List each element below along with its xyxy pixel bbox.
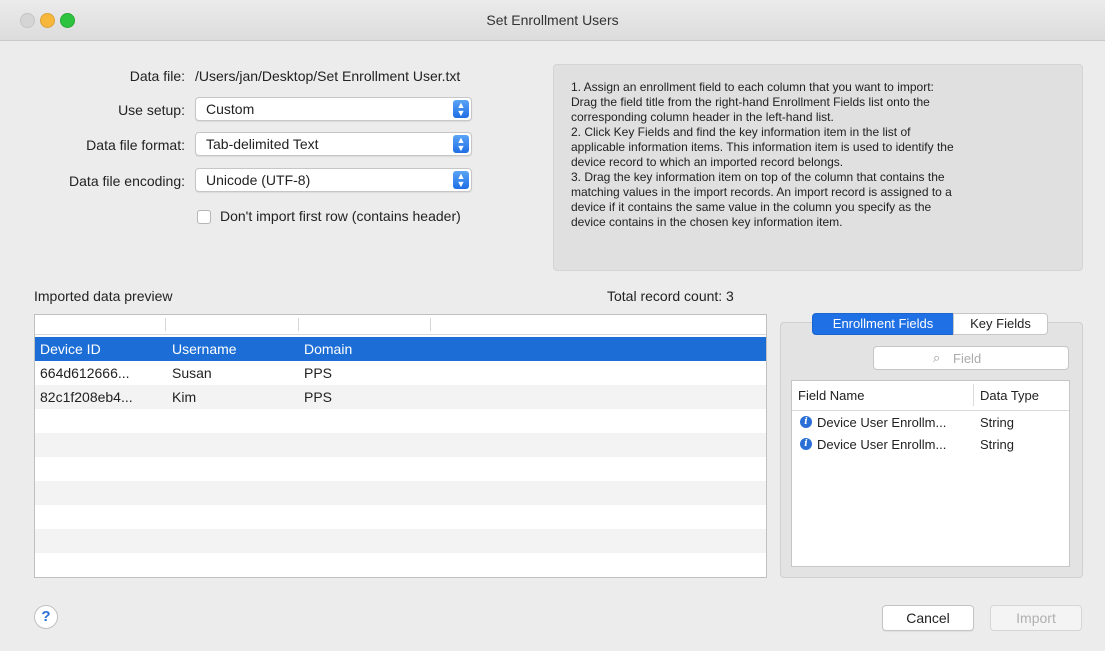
- empty-row: [35, 457, 766, 481]
- use-setup-label: Use setup:: [118, 102, 185, 118]
- column-divider[interactable]: [165, 318, 166, 331]
- cell-domain: PPS: [304, 389, 333, 405]
- empty-row: [35, 409, 766, 433]
- data-file-encoding-value: Unicode (UTF-8): [206, 172, 311, 188]
- data-file-format-label: Data file format:: [86, 137, 185, 153]
- info-icon: i: [800, 438, 812, 450]
- search-placeholder: Field: [953, 351, 982, 366]
- import-button[interactable]: Import: [990, 605, 1082, 631]
- instruction-line: applicable information items. This infor…: [571, 140, 954, 154]
- skip-first-row-label: Don't import first row (contains header): [220, 208, 461, 224]
- use-setup-select[interactable]: Custom ▲ ▼: [195, 97, 472, 121]
- list-item[interactable]: i Device User Enrollm... String: [792, 434, 1069, 456]
- skip-first-row-checkbox[interactable]: [197, 210, 211, 224]
- empty-row: [35, 433, 766, 457]
- fields-table[interactable]: Field Name Data Type i Device User Enrol…: [791, 380, 1070, 567]
- data-file-encoding-label: Data file encoding:: [69, 173, 185, 189]
- fields-table-header[interactable]: Field Name Data Type: [792, 381, 1069, 411]
- window-title: Set Enrollment Users: [486, 12, 619, 28]
- data-file-encoding-select[interactable]: Unicode (UTF-8) ▲ ▼: [195, 168, 472, 192]
- cell-device-id: Device ID: [40, 341, 101, 357]
- instruction-line: corresponding column header in the left-…: [571, 110, 834, 124]
- table-row[interactable]: 82c1f208eb4... Kim PPS: [35, 385, 766, 409]
- search-icon: ⌕: [933, 350, 941, 365]
- field-type: String: [980, 415, 1014, 430]
- column-divider[interactable]: [298, 318, 299, 331]
- column-divider[interactable]: [430, 318, 431, 331]
- list-item[interactable]: i Device User Enrollm... String: [792, 412, 1069, 434]
- instructions-box: 1. Assign an enrollment field to each co…: [553, 64, 1083, 271]
- empty-row: [35, 553, 766, 577]
- instruction-line: 1. Assign an enrollment field to each co…: [571, 80, 934, 94]
- tab-key-fields[interactable]: Key Fields: [953, 313, 1048, 335]
- field-name: Device User Enrollm...: [817, 415, 947, 430]
- preview-title: Imported data preview: [34, 288, 173, 304]
- cell-username: Kim: [172, 389, 197, 405]
- help-button[interactable]: ?: [34, 605, 58, 629]
- data-file-path: /Users/jan/Desktop/Set Enrollment User.t…: [195, 68, 461, 84]
- cell-username: Username: [172, 341, 237, 357]
- column-header-data-type[interactable]: Data Type: [980, 388, 1039, 403]
- imported-data-preview-table[interactable]: Device ID Username Domain 664d612666... …: [34, 314, 767, 578]
- cell-device-id: 664d612666...: [40, 365, 130, 381]
- instruction-line: 2. Click Key Fields and find the key inf…: [571, 125, 911, 139]
- field-search-input[interactable]: ⌕ Field: [873, 346, 1069, 370]
- chevron-updown-icon: ▲ ▼: [453, 171, 469, 189]
- chevron-updown-icon: ▲ ▼: [453, 100, 469, 118]
- preview-column-header-bar[interactable]: [35, 315, 766, 335]
- cell-device-id: 82c1f208eb4...: [40, 389, 133, 405]
- table-row[interactable]: 664d612666... Susan PPS: [35, 361, 766, 385]
- empty-row: [35, 481, 766, 505]
- instruction-line: device contains in the chosen key inform…: [571, 215, 843, 229]
- empty-row: [35, 505, 766, 529]
- chevron-updown-icon: ▲ ▼: [453, 135, 469, 153]
- use-setup-value: Custom: [206, 101, 255, 117]
- tab-enrollment-fields[interactable]: Enrollment Fields: [812, 313, 954, 335]
- instruction-line: 3. Drag the key information item on top …: [571, 170, 945, 184]
- cell-username: Susan: [172, 365, 212, 381]
- cancel-button[interactable]: Cancel: [882, 605, 974, 631]
- cell-domain: PPS: [304, 365, 333, 381]
- table-row[interactable]: Device ID Username Domain: [35, 337, 766, 361]
- field-name: Device User Enrollm...: [817, 437, 947, 452]
- info-icon: i: [800, 416, 812, 428]
- cell-domain: Domain: [304, 341, 353, 357]
- data-file-format-value: Tab-delimited Text: [206, 136, 319, 152]
- column-divider[interactable]: [973, 384, 974, 406]
- total-record-count: Total record count: 3: [607, 288, 734, 304]
- instruction-line: device if it contains the same value in …: [571, 200, 932, 214]
- instruction-line: Drag the field title from the right-hand…: [571, 95, 930, 109]
- instruction-line: device record to which an imported recor…: [571, 155, 844, 169]
- column-header-field-name[interactable]: Field Name: [798, 388, 864, 403]
- field-type: String: [980, 437, 1014, 452]
- empty-row: [35, 529, 766, 553]
- data-file-format-select[interactable]: Tab-delimited Text ▲ ▼: [195, 132, 472, 156]
- data-file-label: Data file:: [129, 68, 185, 84]
- instruction-line: matching values in the import records. A…: [571, 185, 952, 199]
